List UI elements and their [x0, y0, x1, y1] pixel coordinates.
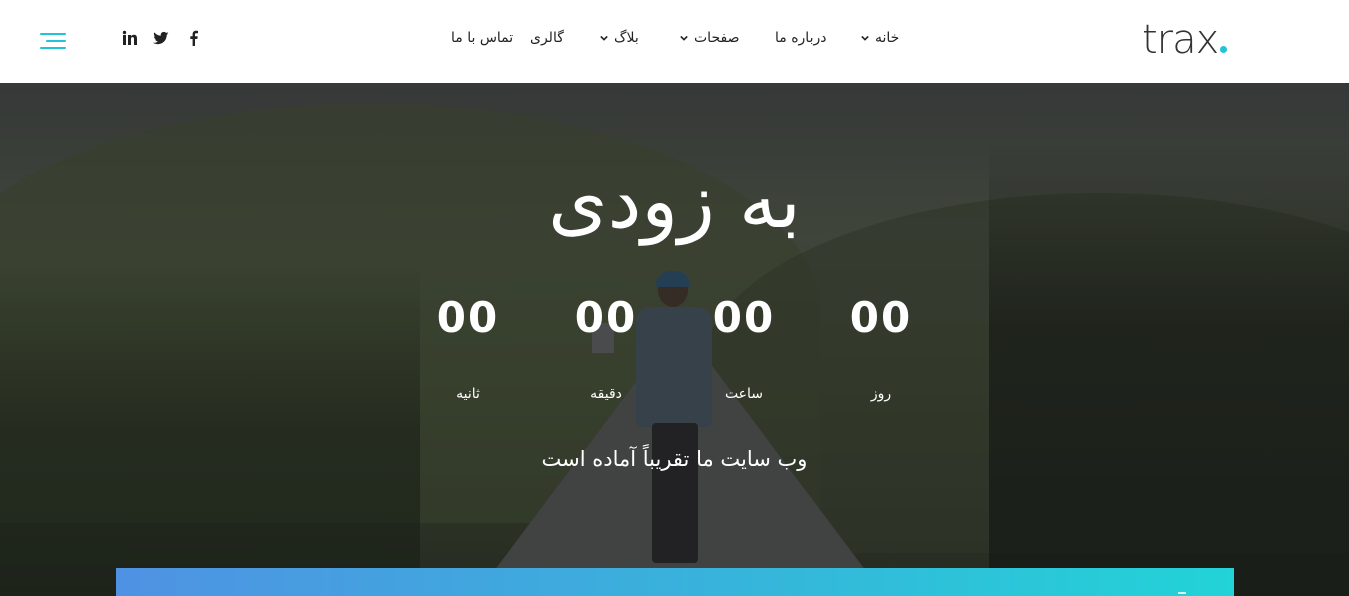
- countdown-value: 00: [574, 293, 638, 342]
- nav-item-label: درباره ما: [775, 30, 827, 46]
- logo[interactable]: trax: [1142, 16, 1228, 64]
- nav-item-label: خانه: [875, 30, 900, 46]
- nav-item-blog[interactable]: بلاگ: [600, 30, 639, 46]
- nav-item-home[interactable]: خانه: [861, 30, 899, 46]
- countdown-hours: 00 ساعت: [699, 293, 789, 402]
- nav-item-label: گالری: [530, 30, 564, 46]
- countdown-label: روز: [870, 386, 892, 402]
- countdown-label: ساعت: [724, 386, 764, 402]
- chevron-down-icon: [680, 35, 688, 41]
- hero-title: به زودی: [548, 156, 801, 245]
- countdown-days: 00 روز: [836, 293, 926, 402]
- nav-item-about[interactable]: درباره ما: [775, 30, 826, 46]
- subscribe-band: [116, 568, 1234, 596]
- nav-item-label: صفحات: [694, 30, 740, 46]
- countdown-label: دقیقه: [590, 386, 622, 402]
- twitter-icon[interactable]: [153, 30, 169, 46]
- nav-item-label: تماس با ما: [451, 30, 514, 46]
- linkedin-icon[interactable]: [122, 30, 138, 46]
- countdown-value: 00: [849, 293, 913, 342]
- facebook-icon[interactable]: [186, 30, 202, 46]
- logo-text: trax: [1142, 17, 1219, 63]
- chevron-down-icon: [600, 35, 608, 41]
- hero-section: به زودی 00 روز 00 ساعت 00 دقیقه 00 ثانیه…: [0, 83, 1349, 596]
- countdown-minutes: 00 دقیقه: [561, 293, 651, 402]
- nav-item-gallery[interactable]: گالری: [530, 30, 564, 46]
- countdown-label: ثانیه: [456, 386, 480, 402]
- hero-subtitle: وب سایت ما تقریباً آماده است: [541, 447, 808, 471]
- menu-icon[interactable]: [40, 33, 66, 51]
- nav-item-pages[interactable]: صفحات: [680, 30, 739, 46]
- chevron-down-icon: [861, 35, 869, 41]
- nav-item-label: بلاگ: [614, 30, 639, 46]
- logo-dot: [1220, 46, 1228, 53]
- site-header: trax خانه درباره ما صفحات بلاگ گالری تما…: [0, 0, 1349, 83]
- countdown-value: 00: [712, 293, 776, 342]
- band-mark: [1178, 592, 1186, 594]
- countdown-seconds: 00 ثانیه: [423, 293, 513, 402]
- nav-item-contact[interactable]: تماس با ما: [451, 30, 513, 46]
- countdown-value: 00: [436, 293, 500, 342]
